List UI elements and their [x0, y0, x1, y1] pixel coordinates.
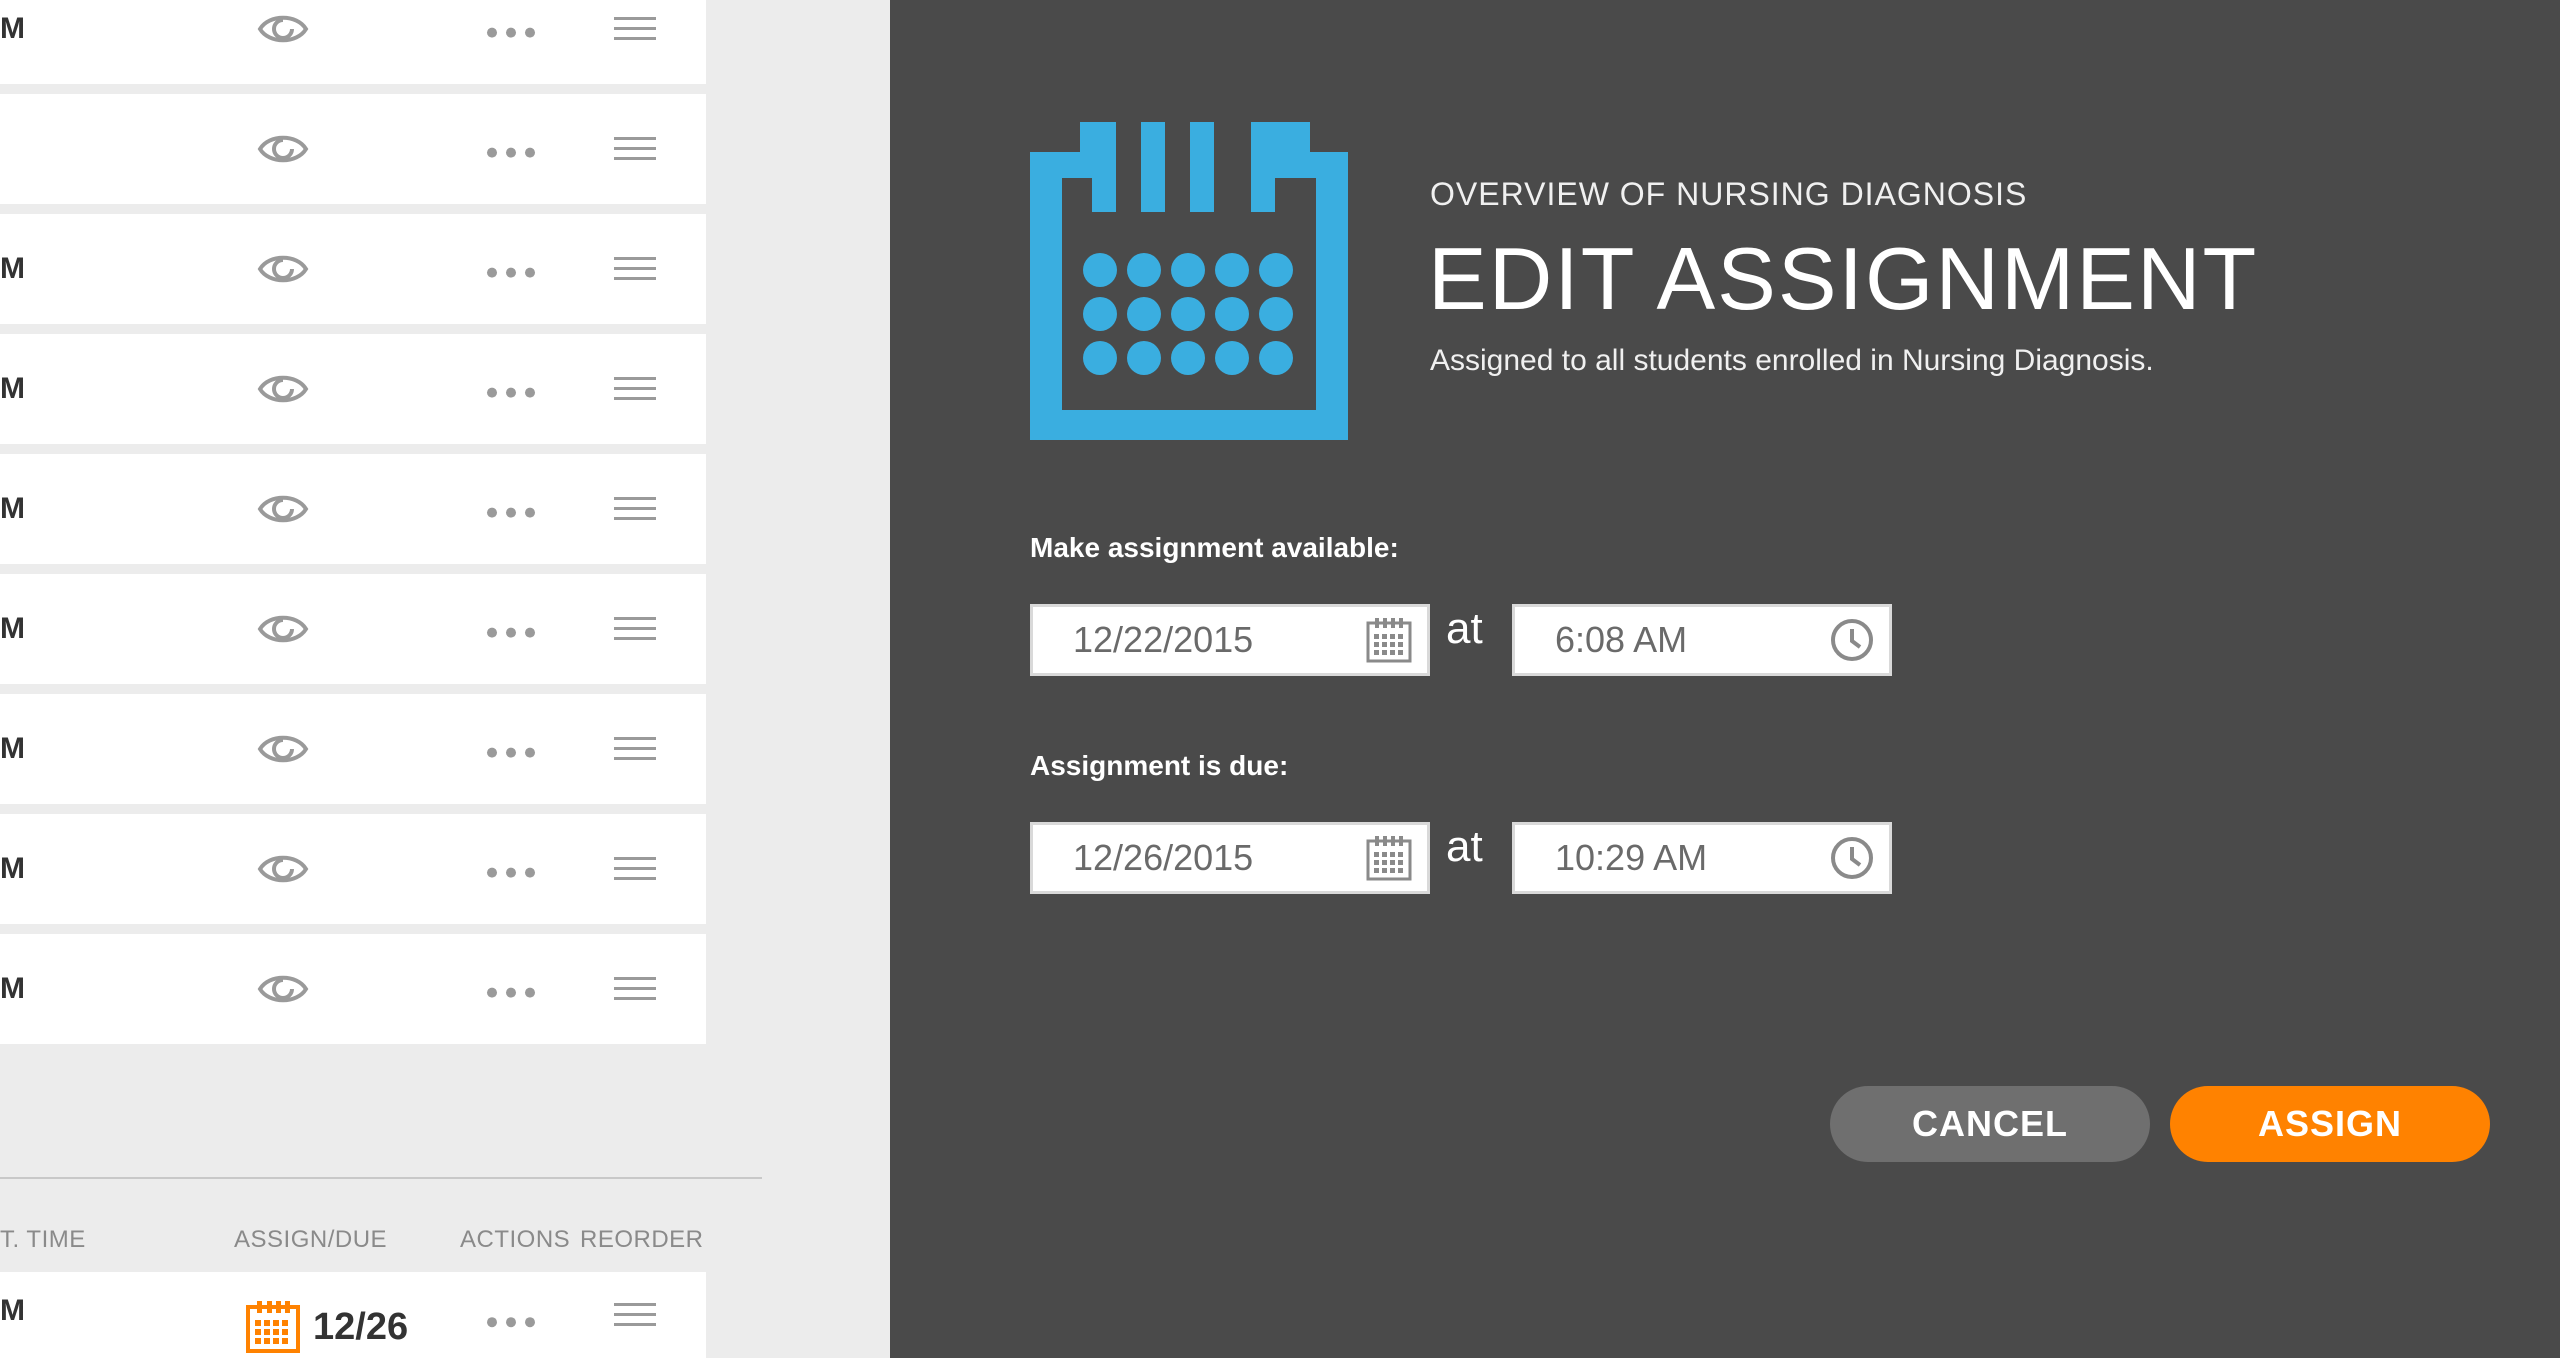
list-item: M: [0, 814, 706, 924]
edit-assignment-modal: OVERVIEW OF NURSING DIAGNOSIS EDIT ASSIG…: [890, 0, 2560, 1358]
due-date-text: 12/26: [313, 1306, 409, 1348]
eye-icon[interactable]: [257, 249, 309, 289]
calendar-icon[interactable]: [1365, 835, 1413, 881]
eye-icon[interactable]: [257, 849, 309, 889]
more-dots-icon[interactable]: [486, 987, 536, 999]
column-header-reorder: REORDER: [580, 1226, 704, 1253]
more-dots-icon[interactable]: [486, 27, 536, 39]
column-header-actions: ACTIONS: [460, 1226, 571, 1253]
row-time-label: M: [0, 372, 25, 405]
due-time-value: 10:29 AM: [1555, 837, 1708, 878]
due-label: Assignment is due:: [1030, 750, 1289, 781]
calendar-icon: [1030, 122, 1348, 440]
at-label: at: [1446, 604, 1483, 653]
modal-subtitle: OVERVIEW OF NURSING DIAGNOSIS: [1430, 176, 2028, 212]
calendar-icon[interactable]: [245, 1300, 301, 1354]
eye-icon[interactable]: [257, 129, 309, 169]
eye-icon[interactable]: [257, 489, 309, 529]
assignment-list-panel: M M M M M M M M T. TIME ASSIGN/DUE ACTIO…: [0, 0, 890, 1358]
clock-icon[interactable]: [1829, 835, 1875, 881]
eye-icon[interactable]: [257, 609, 309, 649]
at-label: at: [1446, 822, 1483, 871]
more-dots-icon[interactable]: [486, 387, 536, 399]
more-dots-icon[interactable]: [486, 627, 536, 639]
row-time-label: M: [0, 1293, 25, 1327]
list-item: M: [0, 694, 706, 804]
due-date-field[interactable]: 12/26/2015: [1030, 822, 1430, 894]
more-dots-icon[interactable]: [486, 1316, 536, 1328]
reorder-icon[interactable]: [614, 15, 656, 43]
due-date-value: 12/26/2015: [1073, 837, 1254, 878]
eye-icon[interactable]: [257, 369, 309, 409]
reorder-icon[interactable]: [614, 735, 656, 763]
due-time-field[interactable]: 10:29 AM: [1512, 822, 1892, 894]
list-item: M: [0, 574, 706, 684]
row-time-label: M: [0, 12, 25, 45]
list-item: M: [0, 0, 706, 84]
clock-icon[interactable]: [1829, 617, 1875, 663]
available-time-value: 6:08 AM: [1555, 619, 1688, 660]
available-date-value: 12/22/2015: [1073, 619, 1254, 660]
row-time-label: M: [0, 492, 25, 525]
reorder-icon[interactable]: [614, 1301, 656, 1329]
column-header-time: T. TIME: [0, 1226, 86, 1253]
column-header-assign-due: ASSIGN/DUE: [234, 1226, 388, 1253]
eye-icon[interactable]: [257, 729, 309, 769]
eye-icon[interactable]: [257, 969, 309, 1009]
row-time-label: M: [0, 852, 25, 885]
available-time-field[interactable]: 6:08 AM: [1512, 604, 1892, 676]
row-time-label: M: [0, 732, 25, 765]
assign-button[interactable]: ASSIGN: [2170, 1086, 2490, 1162]
reorder-icon[interactable]: [614, 495, 656, 523]
row-time-label: M: [0, 612, 25, 645]
list-item: M: [0, 934, 706, 1044]
more-dots-icon[interactable]: [486, 507, 536, 519]
more-dots-icon[interactable]: [486, 747, 536, 759]
row-time-label: M: [0, 972, 25, 1005]
reorder-icon[interactable]: [614, 255, 656, 283]
modal-description: Assigned to all students enrolled in Nur…: [1430, 344, 2154, 377]
reorder-icon[interactable]: [614, 375, 656, 403]
reorder-icon[interactable]: [614, 135, 656, 163]
more-dots-icon[interactable]: [486, 147, 536, 159]
section-divider: [0, 1177, 762, 1179]
cancel-button[interactable]: CANCEL: [1830, 1086, 2150, 1162]
more-dots-icon[interactable]: [486, 867, 536, 879]
modal-title: EDIT ASSIGNMENT: [1428, 229, 2259, 328]
eye-icon[interactable]: [257, 9, 309, 49]
available-date-field[interactable]: 12/22/2015: [1030, 604, 1430, 676]
list-item: M: [0, 214, 706, 324]
row-time-label: M: [0, 252, 25, 285]
calendar-icon[interactable]: [1365, 617, 1413, 663]
reorder-icon[interactable]: [614, 615, 656, 643]
list-item: M 12/26: [0, 1272, 706, 1358]
reorder-icon[interactable]: [614, 975, 656, 1003]
available-label: Make assignment available:: [1030, 532, 1399, 563]
list-item: M: [0, 454, 706, 564]
list-item: [0, 94, 706, 204]
reorder-icon[interactable]: [614, 855, 656, 883]
list-item: M: [0, 334, 706, 444]
more-dots-icon[interactable]: [486, 267, 536, 279]
